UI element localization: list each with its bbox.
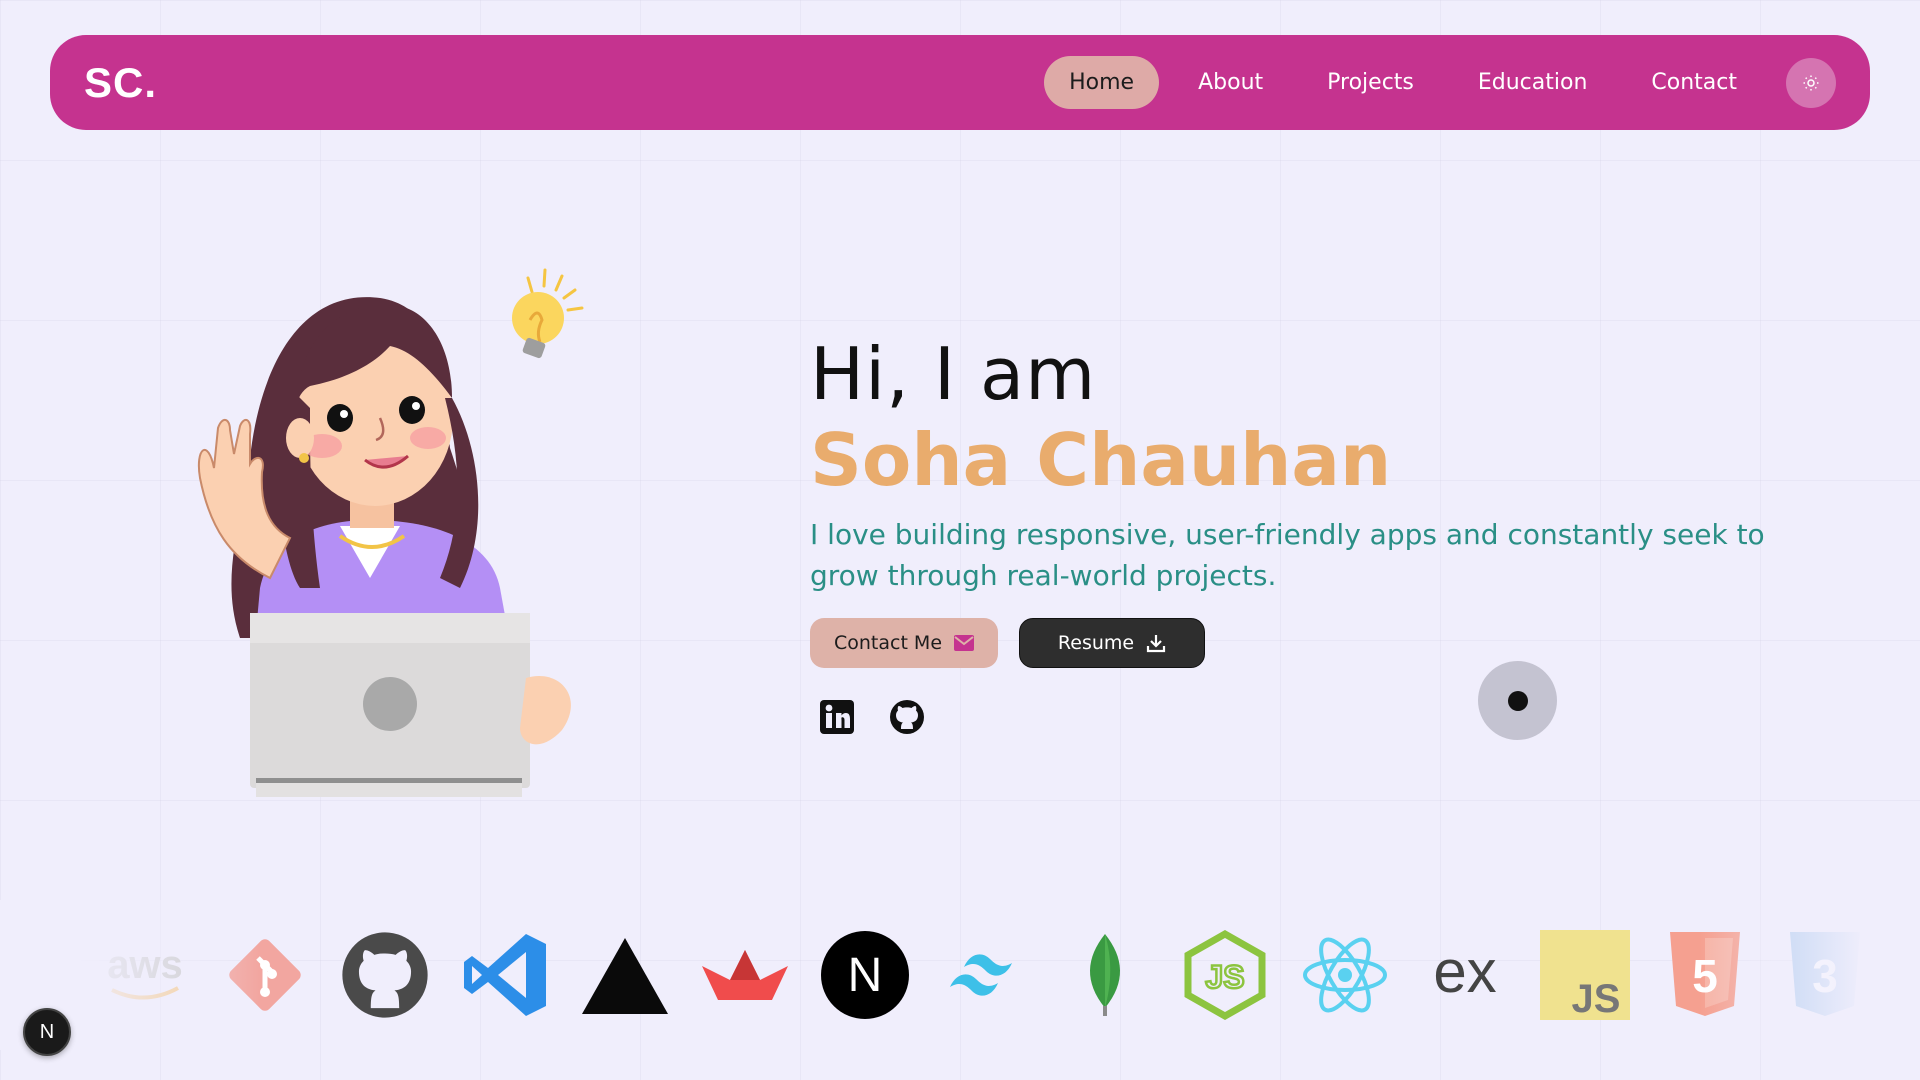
nav-contact[interactable]: Contact bbox=[1626, 56, 1762, 109]
theme-toggle-button[interactable] bbox=[1786, 57, 1836, 108]
github-icon[interactable] bbox=[888, 698, 926, 736]
svg-text:ex: ex bbox=[1433, 938, 1496, 1005]
mongodb-icon bbox=[1060, 930, 1150, 1020]
nav-about[interactable]: About bbox=[1173, 56, 1288, 109]
navbar: SC. Home About Projects Education Contac… bbox=[50, 35, 1870, 130]
svg-text:JS: JS bbox=[1572, 977, 1621, 1020]
javascript-icon: JS bbox=[1540, 930, 1630, 1020]
tailwind-icon bbox=[940, 930, 1030, 1020]
linkedin-icon[interactable] bbox=[818, 698, 856, 736]
react-icon bbox=[1300, 930, 1390, 1020]
github-logo-icon bbox=[340, 930, 430, 1020]
nav-projects[interactable]: Projects bbox=[1302, 56, 1439, 109]
social-links bbox=[810, 698, 1810, 736]
contact-me-label: Contact Me bbox=[833, 632, 943, 654]
nav-links: Home About Projects Education Contact bbox=[1044, 56, 1836, 109]
nav-home[interactable]: Home bbox=[1044, 56, 1160, 109]
hero-name: Soha Chauhan bbox=[810, 418, 1392, 502]
express-icon: ex bbox=[1420, 930, 1510, 1020]
hero-section: Hi, I am Soha Chauhan I love building re… bbox=[810, 330, 1810, 736]
tech-stack-marquee: aws N bbox=[100, 925, 1860, 1025]
resume-label: Resume bbox=[1057, 632, 1135, 654]
svg-text:JS: JS bbox=[1205, 959, 1244, 995]
cursor-follower bbox=[1478, 661, 1557, 740]
contact-me-button[interactable]: Contact Me bbox=[810, 618, 998, 668]
marquee-fade-right bbox=[1700, 900, 1920, 1050]
envelope-icon bbox=[954, 635, 975, 651]
vercel-icon bbox=[580, 930, 670, 1020]
sun-icon bbox=[1803, 75, 1819, 90]
svg-text:N: N bbox=[848, 949, 883, 1002]
logo[interactable]: SC. bbox=[84, 59, 157, 107]
resume-button[interactable]: Resume bbox=[1019, 618, 1205, 668]
developer-illustration bbox=[197, 268, 584, 797]
lightbulb-icon bbox=[512, 268, 584, 359]
nextjs-icon: N bbox=[820, 930, 910, 1020]
nodejs-icon: JS bbox=[1180, 930, 1270, 1020]
streamlit-icon bbox=[700, 930, 790, 1020]
vscode-icon bbox=[460, 930, 550, 1020]
hero-tagline: I love building responsive, user-friendl… bbox=[810, 518, 1765, 592]
download-icon bbox=[1146, 635, 1166, 653]
nextjs-dev-badge[interactable]: N bbox=[23, 1008, 71, 1056]
greeting: Hi, I am bbox=[810, 332, 1097, 416]
hero-buttons: Contact Me Resume bbox=[810, 618, 1810, 668]
nav-education[interactable]: Education bbox=[1453, 56, 1613, 109]
